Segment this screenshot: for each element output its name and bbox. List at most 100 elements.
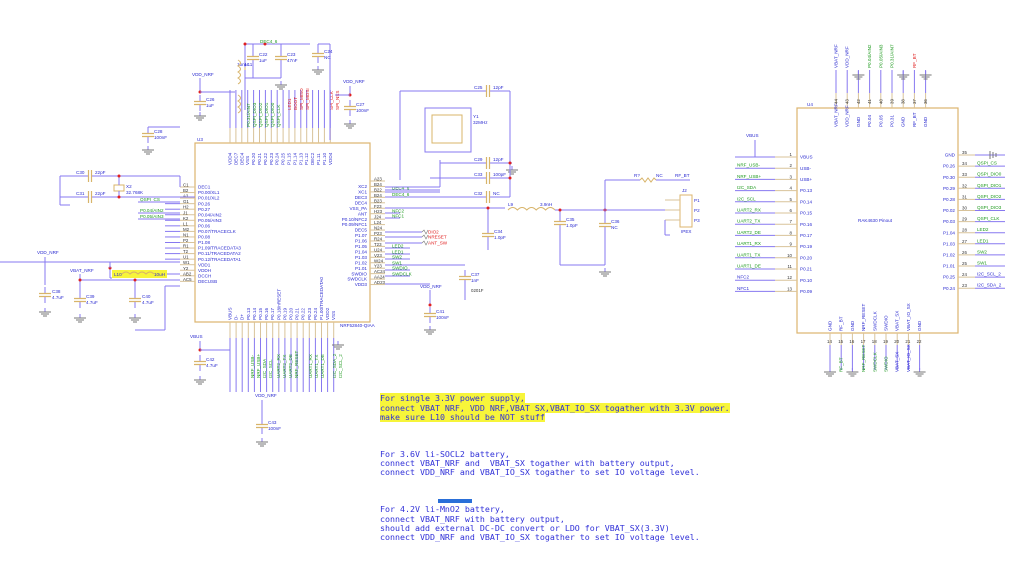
net-label: QSPI_DIO1 [977,183,1002,188]
capacitor-symbol [485,85,491,97]
net-label: RF_BT [912,53,917,68]
inductor-symbol [237,94,241,114]
component-value: 1nF [471,278,479,283]
u3-pin-label: P0.25 [281,153,286,165]
pin-number: L24 [374,220,382,225]
component-ref: J2 [682,188,687,193]
junction-dot [133,278,137,282]
net-label: P0.05/AIN3 [878,44,883,68]
junction-dot [117,174,121,178]
u4-pin-label: P0.04 [867,115,872,127]
u3-pin-label: P0.27 [198,207,210,212]
u3-pin-label: ANT [358,211,367,216]
pin-number: W1 [183,260,190,265]
pin-number: 17 [861,339,866,344]
u3-pin-label: DCCH [198,273,211,278]
component-ref: C33 [474,172,483,177]
component-value: 4.7uF [52,295,64,300]
u4-pin-label: P0.10 [800,278,812,283]
u4-pin-label: SWDIO [884,315,889,331]
u4-pin-label: GND [850,320,855,331]
net-label: ANT_SW [428,241,448,246]
note-line: For single 3.3V power supply, [380,393,525,404]
pin-number: K2 [183,216,189,221]
component-value: 12pF [493,157,504,162]
u3-pin-label: DEC5 [355,228,368,233]
component-ref: C31 [76,191,85,196]
pin-number: A23 [374,177,382,182]
u3-pin-label: P0.13 [246,308,251,320]
net-label: SWDCLK [872,351,877,372]
pin-number: M2 [183,227,190,232]
net-label: UART2_DE [288,354,293,378]
component-ref: C22 [259,52,268,57]
junction-dot [428,303,432,307]
ground-icon [194,379,206,385]
u3-pin-label: VDD2 [325,307,330,320]
pin-number: AD23 [374,280,386,285]
u3-pin-label: P0.22 [301,308,306,320]
u3-pin-label: P0.14 [252,308,257,320]
net-label: I2C_SCL [268,359,273,378]
pin-number: N24 [374,226,383,231]
pin-number: 40 [878,99,883,104]
power-label: VBUS [190,334,203,339]
pin-label: P3 [694,218,700,223]
component-value: 3.9nH [540,202,552,207]
net-label: DEC4_6 [392,192,410,197]
net-label: UART2_RX [276,354,281,378]
net-label: QSPI_DIO3 [252,102,257,127]
u4-ref: U4 [807,102,813,107]
pin-number: R1 [183,244,189,249]
junction-dot [117,195,121,199]
power-label: VDD_NRF [37,250,59,255]
component-ref: L9 [508,202,514,207]
pin-number: 35 [962,150,967,155]
net-label: UART2_TX [282,355,287,378]
net-label: RF_BT [675,173,690,178]
component-ref: C30 [76,170,85,175]
ground-icon [599,271,611,277]
u3-pin-label: P1.13 [298,153,303,165]
pin-number: 37 [912,99,917,104]
x2-crystal-symbol [113,184,125,192]
net-label: DEC4_6 [260,39,278,44]
net-label: UART1_TX [737,252,760,257]
component-value: 22pF [95,170,106,175]
pin-number: J24 [374,215,382,220]
net-label: P0.04/AIN2 [140,208,164,213]
net-label: SPI_MOSI [305,88,310,110]
resistor-symbol [639,177,657,183]
component-value: 4.7uF [206,363,218,368]
u3-pin-label: P1.07 [355,233,367,238]
component-ref: C28 [154,129,163,134]
u4-pin-label: GND [917,320,922,331]
u3-pin-label: P1.11 [316,153,321,165]
pin-number: H23 [374,209,383,214]
u4-pin-label: P0.14 [800,199,812,204]
inductor-symbol [507,207,556,211]
ground-icon [256,441,268,447]
ground-icon [194,115,206,121]
pin-number: T2 [183,249,189,254]
net-label: UART1_DE [737,264,761,269]
u4-pin-label: P0.09 [800,289,812,294]
ground-icon [275,84,287,90]
u4-pin-label: P0.16 [800,222,812,227]
u3-pin-label: SWDCLK [347,277,368,282]
u3-pin-label: P0.07/TRACECLK [198,229,237,234]
u3-pin-label: SWDIO [351,271,367,276]
net-label: SPI_MISO [299,88,304,110]
component-value: NC [324,55,331,60]
pin-number: 11 [787,264,792,269]
net-label: SW1 [977,261,987,266]
component-value: 32.768K [126,190,144,195]
pin-number: 13 [787,286,792,291]
u4-pin-label: P0.05 [878,115,883,127]
u3-pin-label: P0.19 [282,308,287,320]
u4-pin-label: GND [945,153,956,158]
component-value: NC [611,225,618,230]
u3-pin-label: P0.04/AIN2 [198,212,222,217]
net-label: NRF_USB+ [737,174,761,179]
u3-pin-label: P0.24 [313,308,318,320]
